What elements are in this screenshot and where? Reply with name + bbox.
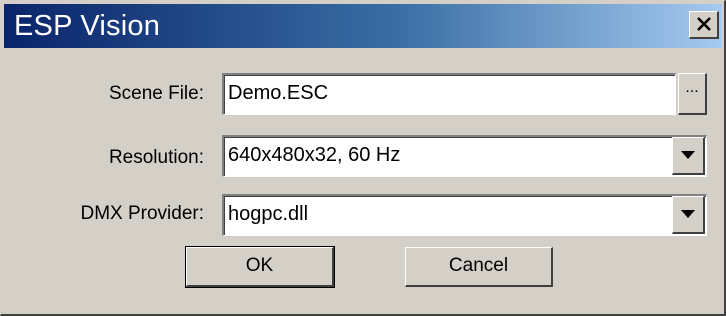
dmx-provider-select[interactable]: hogpc.dll	[222, 194, 707, 236]
chevron-down-icon	[681, 210, 695, 218]
browse-button[interactable]: ...	[678, 73, 707, 115]
ok-button[interactable]: OK	[185, 246, 335, 288]
dmx-provider-label: DMX Provider:	[80, 203, 204, 224]
resolution-label: Resolution:	[108, 147, 204, 168]
browse-button-label: ...	[685, 79, 699, 96]
esp-vision-dialog: ESP Vision Scene File: Demo.ESC ... Reso…	[0, 0, 726, 316]
close-icon	[697, 17, 711, 31]
scene-file-label: Scene File:	[108, 83, 204, 104]
resolution-dropdown-button[interactable]	[672, 137, 705, 175]
chevron-down-icon	[681, 151, 695, 159]
close-button[interactable]	[689, 11, 719, 39]
scene-file-input[interactable]: Demo.ESC	[222, 73, 676, 115]
dmx-provider-dropdown-button[interactable]	[672, 196, 705, 234]
resolution-value: 640x480x32, 60 Hz	[228, 144, 401, 166]
resolution-select[interactable]: 640x480x32, 60 Hz	[222, 135, 707, 177]
cancel-button[interactable]: Cancel	[405, 247, 553, 287]
window-title: ESP Vision	[14, 10, 161, 42]
dmx-provider-value: hogpc.dll	[228, 203, 309, 225]
title-bar[interactable]: ESP Vision	[4, 4, 722, 48]
